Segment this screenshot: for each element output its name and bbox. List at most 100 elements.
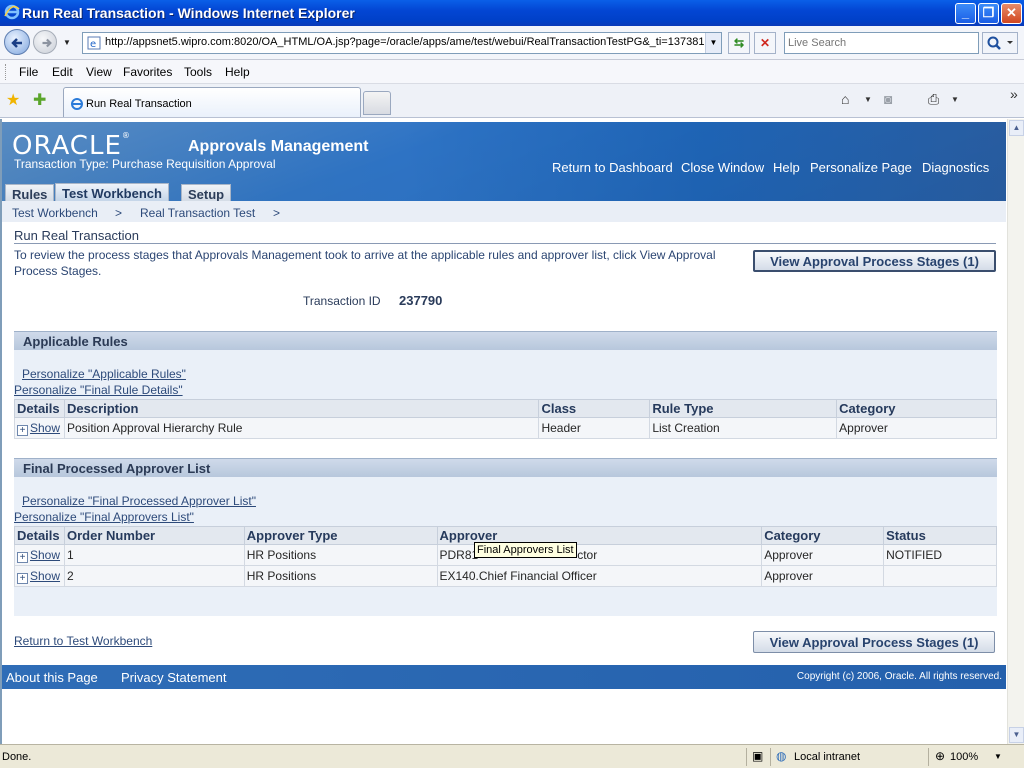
scroll-down-icon[interactable]: ▼ xyxy=(1009,727,1024,743)
transaction-id-label: Transaction ID xyxy=(303,294,381,308)
details-cell: + Show xyxy=(14,544,65,566)
expand-plus-icon[interactable]: + xyxy=(17,551,28,563)
menu-view[interactable]: View xyxy=(86,65,112,79)
approver-list-header: Final Processed Approver List xyxy=(14,458,997,477)
order-number-cell: 1 xyxy=(63,544,245,566)
view-approval-process-stages-button-bottom[interactable]: View Approval Process Stages (1) xyxy=(753,631,995,653)
applicable-rules-header: Applicable Rules xyxy=(14,331,997,350)
breadcrumb-separator: > xyxy=(115,206,123,220)
category-cell: Approver xyxy=(761,565,885,587)
vertical-scrollbar[interactable]: ▲ ▼ xyxy=(1007,119,1024,744)
view-approval-process-stages-button[interactable]: View Approval Process Stages (1) xyxy=(753,250,996,272)
address-url[interactable]: http://appsnet5.wipro.com:8020/OA_HTML/O… xyxy=(105,36,705,48)
personalize-final-approvers-list-link[interactable]: Personalize "Final Approvers List" xyxy=(14,510,194,524)
column-header: Category xyxy=(761,526,885,545)
applicable-rules-title: Applicable Rules xyxy=(23,334,128,349)
menu-edit[interactable]: Edit xyxy=(52,65,73,79)
feeds-icon[interactable]: ◙ xyxy=(884,91,892,107)
security-icon[interactable]: ▣ xyxy=(752,749,763,763)
column-header: Details xyxy=(14,526,65,545)
personalize-final-processed-approver-list-link[interactable]: Personalize "Final Processed Approver Li… xyxy=(22,494,256,508)
page-footer: About this Page Privacy Statement Copyri… xyxy=(2,665,1006,689)
menu-favorites[interactable]: Favorites xyxy=(123,65,172,79)
live-search-field[interactable] xyxy=(784,32,979,54)
menu-bar: File Edit View Favorites Tools Help xyxy=(0,60,1024,84)
back-arrow-icon xyxy=(11,38,22,48)
home-icon[interactable]: ⌂ xyxy=(841,91,849,107)
approver-name-tail: ctor xyxy=(577,548,598,562)
rule-type-cell: List Creation xyxy=(649,417,838,439)
help-link[interactable]: Help xyxy=(773,160,800,175)
refresh-button[interactable]: ⇆ xyxy=(728,32,750,54)
expand-plus-icon[interactable]: + xyxy=(17,572,28,584)
approver-name: PDR81 xyxy=(439,548,479,562)
return-to-dashboard-link[interactable]: Return to Dashboard xyxy=(552,160,673,175)
return-to-test-workbench-link[interactable]: Return to Test Workbench xyxy=(14,634,152,648)
browser-tab-active[interactable]: Run Real Transaction xyxy=(63,87,361,117)
ie-logo-icon xyxy=(4,4,20,20)
maximize-button[interactable]: ❐ xyxy=(978,3,999,24)
page-title: Run Real Transaction xyxy=(14,228,140,243)
forward-button[interactable] xyxy=(33,30,57,54)
forward-arrow-icon xyxy=(42,38,52,48)
diagnostics-link[interactable]: Diagnostics xyxy=(922,160,989,175)
svg-text:e: e xyxy=(90,39,96,50)
new-tab-button[interactable] xyxy=(363,91,391,115)
menu-file[interactable]: File xyxy=(19,65,38,79)
column-header: Rule Type xyxy=(649,399,838,418)
zoom-level[interactable]: 100% xyxy=(950,751,978,763)
close-window-link[interactable]: Close Window xyxy=(681,160,764,175)
add-favorites-icon[interactable]: ✚ xyxy=(33,90,46,110)
page-instruction: To review the process stages that Approv… xyxy=(14,248,716,278)
address-dropdown-icon[interactable]: ▼ xyxy=(705,33,721,53)
description-cell: Position Approval Hierarchy Rule xyxy=(63,417,540,439)
menu-help[interactable]: Help xyxy=(225,65,250,79)
personalize-final-rule-details-link[interactable]: Personalize "Final Rule Details" xyxy=(14,383,183,397)
about-this-page-link[interactable]: About this Page xyxy=(6,670,98,685)
column-header: Order Number xyxy=(63,526,245,545)
tooltip: Final Approvers List xyxy=(474,542,577,558)
zoom-dropdown-icon[interactable]: ▼ xyxy=(994,752,1002,761)
column-header: Category xyxy=(836,399,997,418)
personalize-page-link[interactable]: Personalize Page xyxy=(810,160,912,175)
page-viewport: ORACLE® Approvals Management Transaction… xyxy=(0,119,1024,744)
close-button[interactable]: ✕ xyxy=(1001,3,1022,24)
status-divider xyxy=(928,748,929,766)
transaction-type: Transaction Type: Purchase Requisition A… xyxy=(14,157,276,171)
show-details-link[interactable]: Show xyxy=(30,421,60,435)
minimize-button[interactable]: _ xyxy=(955,3,976,24)
search-button[interactable] xyxy=(982,32,1018,54)
class-cell: Header xyxy=(538,417,651,439)
stop-button[interactable]: ✕ xyxy=(754,32,776,54)
toolbar-grip xyxy=(5,64,8,80)
print-icon[interactable]: ⎙ xyxy=(928,91,939,108)
back-button[interactable] xyxy=(4,29,30,55)
show-details-link[interactable]: Show xyxy=(30,569,60,583)
column-header: Class xyxy=(538,399,651,418)
breadcrumb-test-workbench[interactable]: Test Workbench xyxy=(12,206,98,220)
history-dropdown-icon[interactable]: ▼ xyxy=(63,38,71,47)
approver-type-cell: HR Positions xyxy=(243,544,438,566)
print-dropdown-icon[interactable]: ▼ xyxy=(951,95,959,104)
address-field[interactable]: e http://appsnet5.wipro.com:8020/OA_HTML… xyxy=(82,32,722,54)
expand-plus-icon[interactable]: + xyxy=(17,424,28,436)
transaction-id-value: 237790 xyxy=(399,293,443,308)
favorites-star-icon[interactable]: ★ xyxy=(6,90,20,110)
personalize-applicable-rules-link[interactable]: Personalize "Applicable Rules" xyxy=(22,367,186,381)
privacy-statement-link[interactable]: Privacy Statement xyxy=(121,670,227,685)
zoom-icon[interactable]: ⊕ xyxy=(935,749,945,763)
window-title: Run Real Transaction - Windows Internet … xyxy=(22,5,355,21)
status-divider xyxy=(746,748,747,766)
table-header-row: Details Description Class Rule Type Cate… xyxy=(14,399,997,418)
show-details-link[interactable]: Show xyxy=(30,548,60,562)
home-dropdown-icon[interactable]: ▼ xyxy=(864,95,872,104)
scroll-up-icon[interactable]: ▲ xyxy=(1009,120,1024,136)
status-divider xyxy=(770,748,771,766)
chevron-overflow-icon[interactable]: » xyxy=(1010,86,1018,102)
menu-tools[interactable]: Tools xyxy=(184,65,212,79)
live-search-input[interactable] xyxy=(788,34,978,52)
window-titlebar: Run Real Transaction - Windows Internet … xyxy=(0,0,1024,26)
app-title: Approvals Management xyxy=(188,138,369,155)
status-cell: NOTIFIED xyxy=(883,544,997,566)
breadcrumb-real-transaction-test[interactable]: Real Transaction Test xyxy=(140,206,255,220)
